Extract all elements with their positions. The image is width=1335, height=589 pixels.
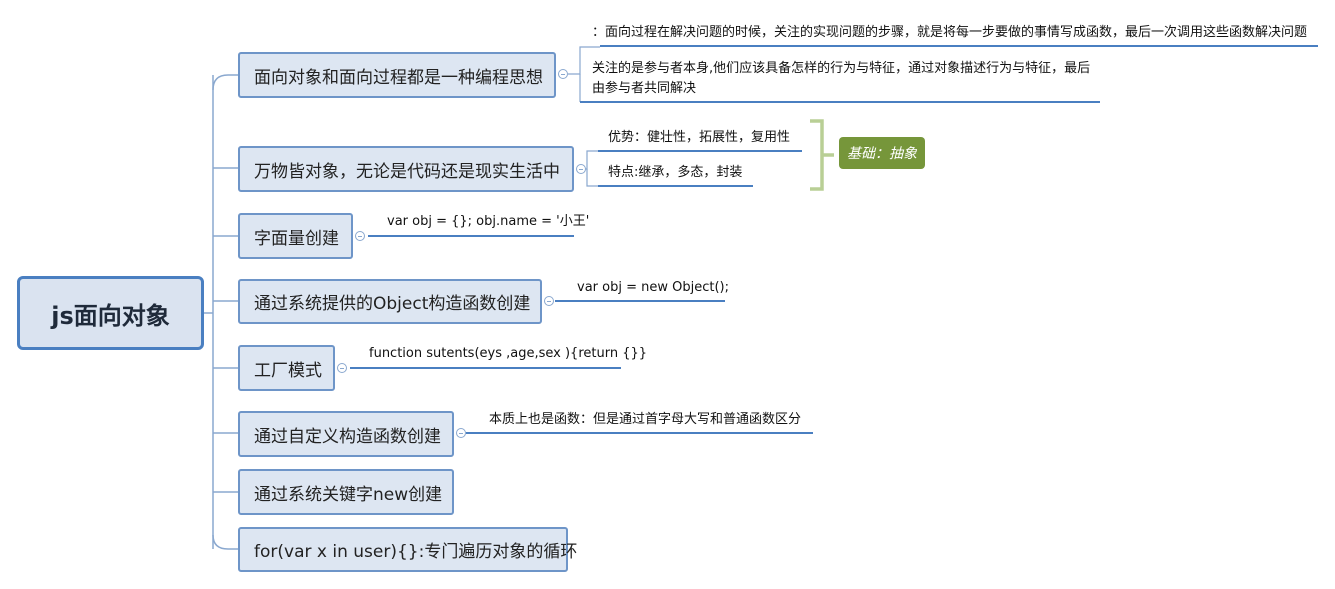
subtopic-literal-code[interactable]: var obj = {}; obj.name = '小王' [387,212,589,232]
subtopic-features[interactable]: 特点:继承，多态，封装 [608,163,742,183]
topic-custom-constructor[interactable]: 通过自定义构造函数创建 [238,411,454,457]
collapse-toggle-icon[interactable] [544,296,554,306]
collapse-toggle-icon[interactable] [355,231,365,241]
collapse-toggle-icon[interactable] [456,428,466,438]
subtopic-object-constructor-code[interactable]: var obj = new Object(); [577,278,729,298]
topic-factory-pattern[interactable]: 工厂模式 [238,345,335,391]
topic-new-keyword[interactable]: 通过系统关键字new创建 [238,469,454,515]
central-topic[interactable]: js面向对象 [17,276,204,350]
subtopic-factory-code[interactable]: function sutents(eys ,age,sex ){return {… [369,344,647,364]
topic-object-constructor[interactable]: 通过系统提供的Object构造函数创建 [238,279,542,324]
topic-literal-creation[interactable]: 字面量创建 [238,213,353,259]
collapse-toggle-icon[interactable] [558,69,568,79]
collapse-toggle-icon[interactable] [576,164,586,174]
subtopic-custom-constructor-note[interactable]: 本质上也是函数：但是通过首字母大写和普通函数区分 [489,410,801,430]
topic-for-in-loop[interactable]: for(var x in user){}:专门遍历对象的循环 [238,527,577,572]
subtopic-object-oriented[interactable]: 关注的是参与者本身,他们应该具备怎样的行为与特征，通过对象描述行为与特征，最后由… [592,59,1100,99]
topic-programming-paradigm[interactable]: 面向对象和面向过程都是一种编程思想 [238,52,556,98]
topic-everything-is-object[interactable]: 万物皆对象，无论是代码还是现实生活中 [238,146,574,192]
collapse-toggle-icon[interactable] [337,363,347,373]
subtopic-advantages[interactable]: 优势：健壮性，拓展性，复用性 [608,128,790,148]
summary-abstraction[interactable]: 基础：抽象 [839,137,925,169]
subtopic-procedural-oriented[interactable]: ：面向过程在解决问题的时候，关注的实现问题的步骤，就是将每一步要做的事情写成函数… [592,23,1307,43]
